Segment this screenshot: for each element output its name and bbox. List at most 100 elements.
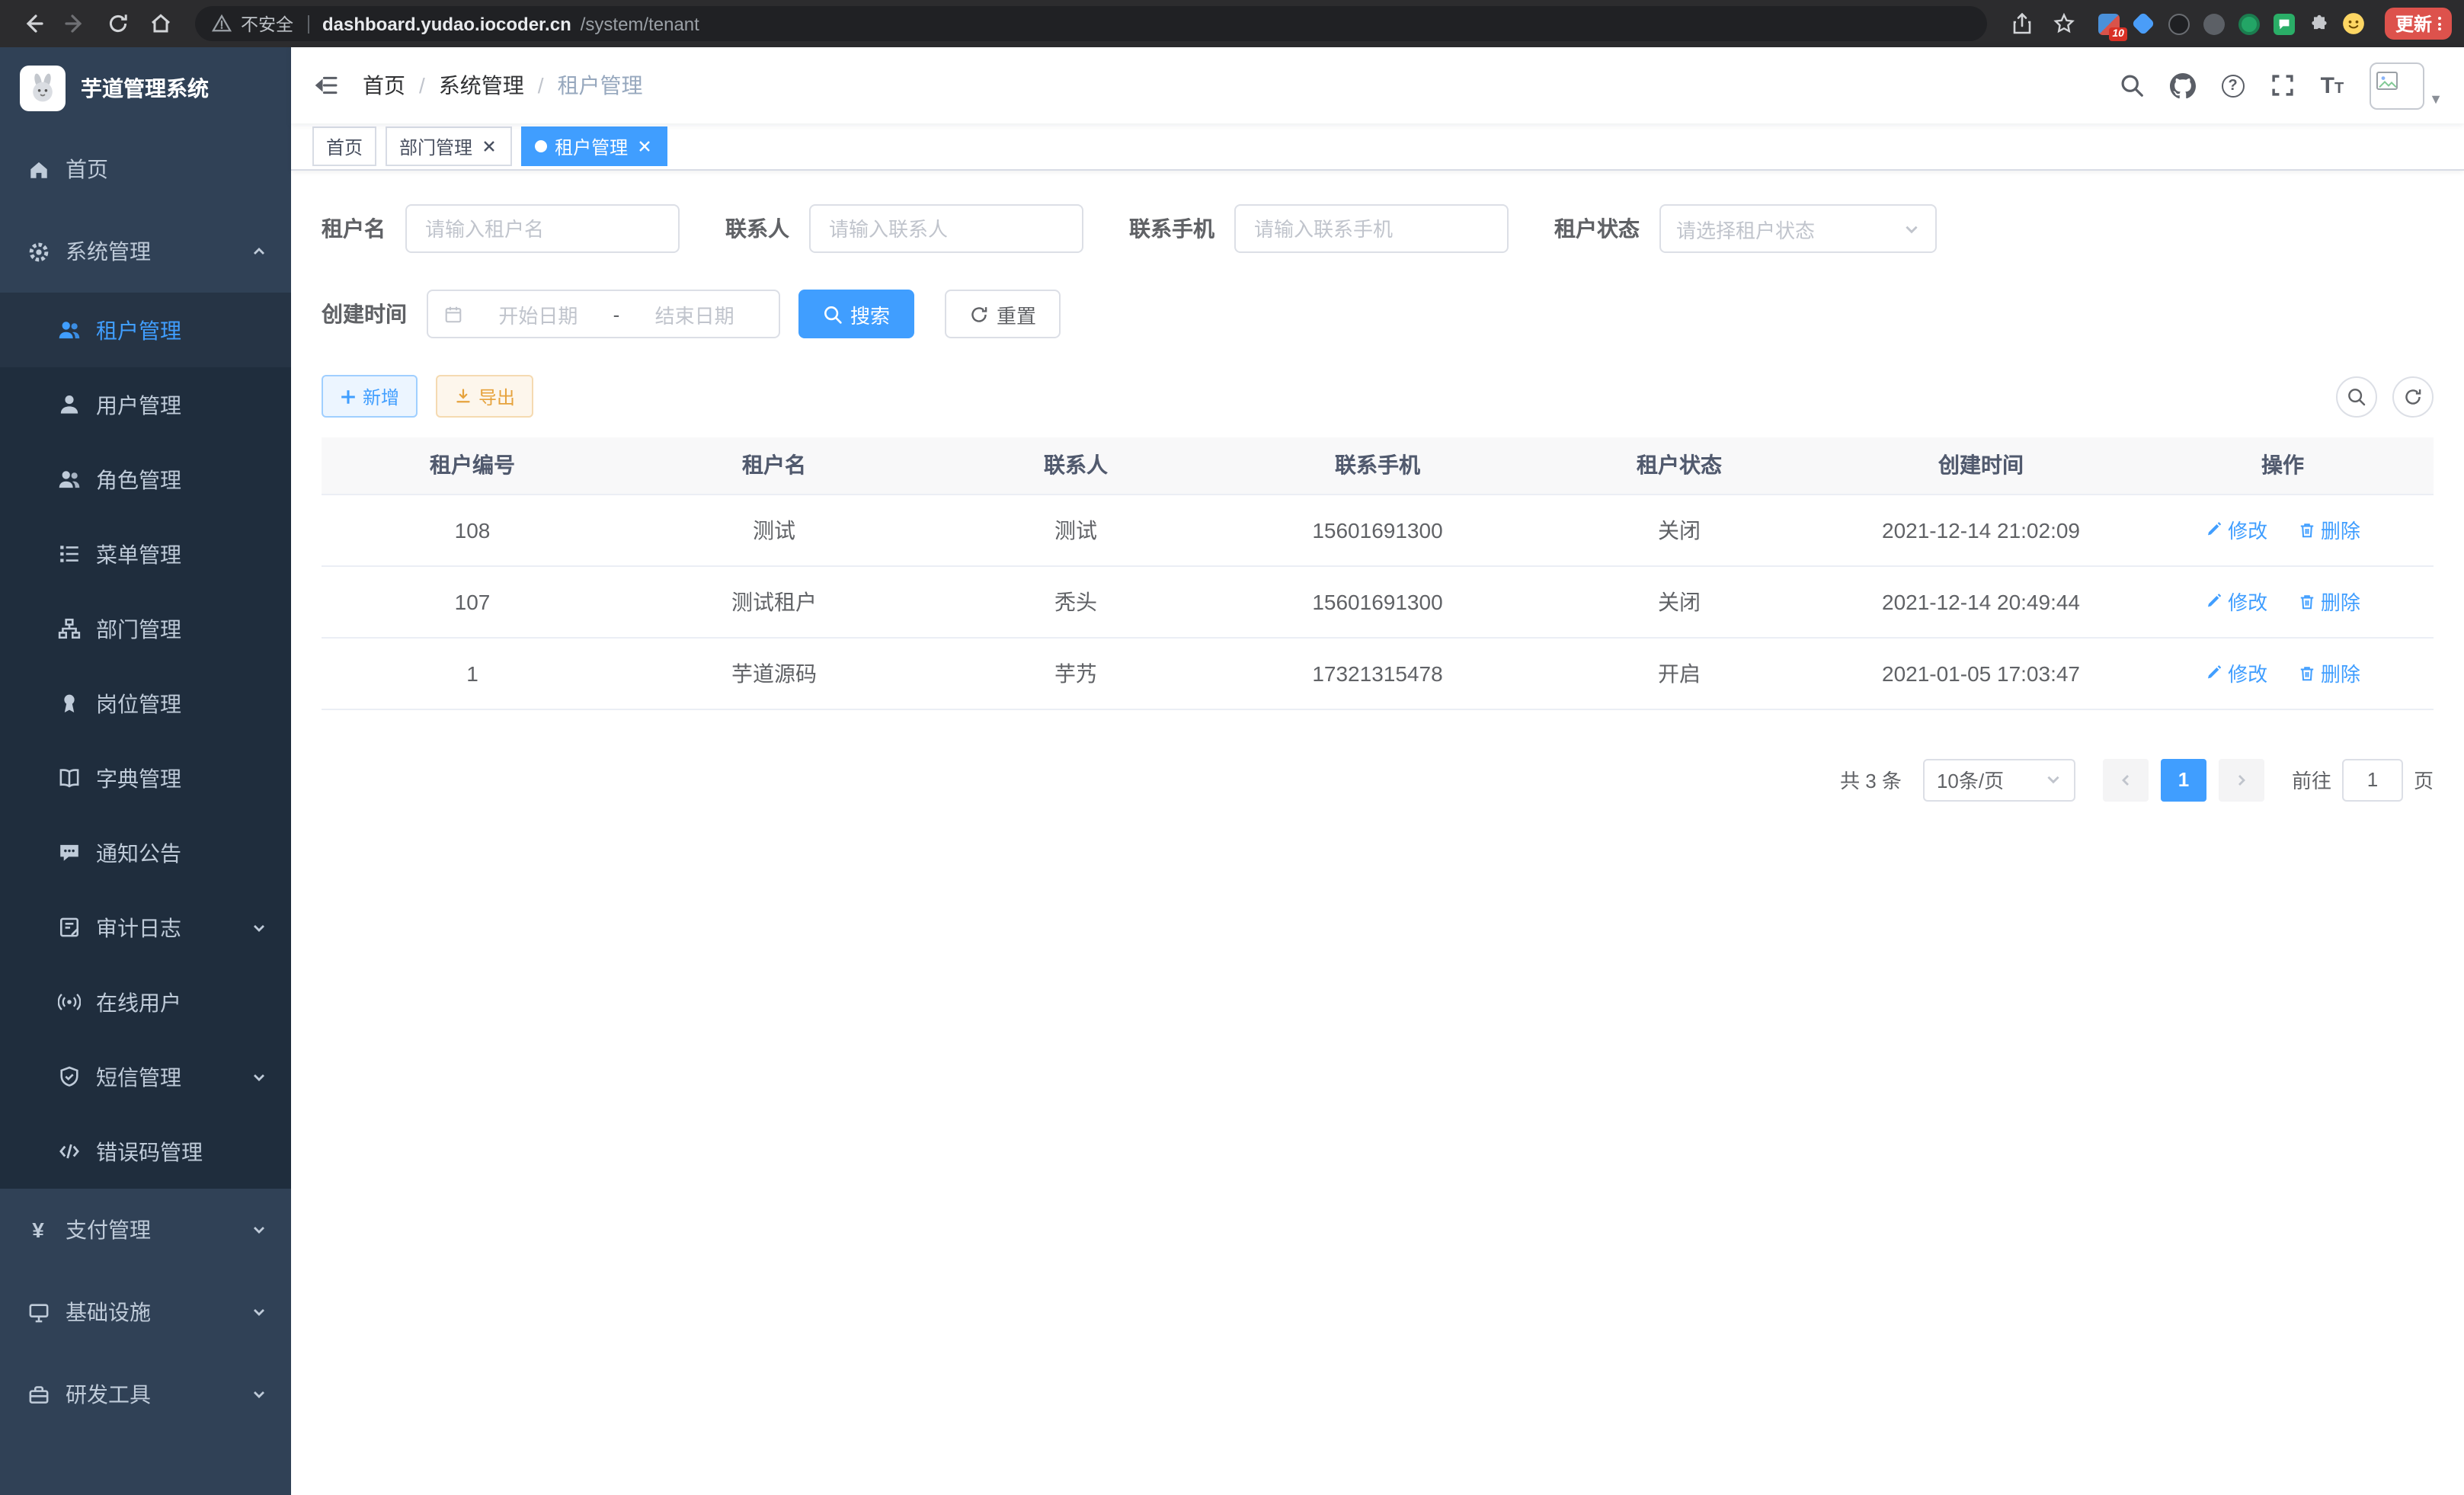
edit-button[interactable]: 修改 <box>2205 515 2267 544</box>
signal-icon <box>56 990 81 1014</box>
status-select[interactable]: 请选择租户状态 <box>1659 204 1937 253</box>
toolbox-icon <box>26 1382 50 1407</box>
delete-button[interactable]: 删除 <box>2298 658 2360 687</box>
sidebar-item-payment[interactable]: 支付管理 <box>0 1189 291 1271</box>
sidebar-item-user[interactable]: 用户管理 <box>0 367 291 442</box>
sidebar-item-online-users[interactable]: 在线用户 <box>0 965 291 1039</box>
extension-green-circle-icon[interactable] <box>2237 11 2261 36</box>
sidebar-item-system[interactable]: 系统管理 <box>0 210 291 293</box>
user-avatar[interactable]: ▼ <box>2370 62 2443 109</box>
edit-button[interactable]: 修改 <box>2205 658 2267 687</box>
tab-dept[interactable]: 部门管理 <box>386 126 512 166</box>
end-date-placeholder: 结束日期 <box>626 299 763 328</box>
extension-blocker-icon[interactable]: 10 <box>2097 11 2121 36</box>
home-icon[interactable] <box>140 4 180 43</box>
top-navbar: 首页 / 系统管理 / 租户管理 <box>291 47 2464 123</box>
header-search-icon[interactable] <box>2120 73 2144 98</box>
forward-icon[interactable] <box>55 4 94 43</box>
help-icon[interactable] <box>2222 74 2245 97</box>
show-search-icon-button[interactable] <box>2336 376 2377 417</box>
refresh-icon-button[interactable] <box>2392 376 2434 417</box>
font-size-icon[interactable] <box>2321 74 2344 97</box>
monitor-icon <box>26 1300 50 1324</box>
search-button[interactable]: 搜索 <box>798 290 914 338</box>
table-row: 108 测试 测试 15601691300 关闭 2021-12-14 21:0… <box>322 494 2434 565</box>
close-icon[interactable] <box>635 137 654 155</box>
delete-button[interactable]: 删除 <box>2298 587 2360 616</box>
phone-input[interactable] <box>1234 204 1509 253</box>
goto-page-input[interactable] <box>2342 758 2403 801</box>
back-icon[interactable] <box>12 4 52 43</box>
sidebar-item-notice[interactable]: 通知公告 <box>0 815 291 890</box>
reload-icon[interactable] <box>98 4 137 43</box>
extension-chat-icon[interactable] <box>2272 11 2296 36</box>
sidebar-item-dev-tools[interactable]: 研发工具 <box>0 1353 291 1436</box>
status-label: 租户状态 <box>1554 213 1640 244</box>
next-page-button[interactable] <box>2219 758 2264 801</box>
chevron-down-icon <box>1903 220 1920 237</box>
sidebar-item-dept[interactable]: 部门管理 <box>0 591 291 666</box>
sidebar-item-menu[interactable]: 菜单管理 <box>0 517 291 591</box>
sidebar-item-dict[interactable]: 字典管理 <box>0 741 291 815</box>
gear-icon <box>26 239 50 264</box>
extensions-puzzle-icon[interactable] <box>2307 11 2331 36</box>
page-size-select[interactable]: 10条/页 <box>1923 758 2075 801</box>
users-icon <box>56 318 81 342</box>
tenant-name-label: 租户名 <box>322 213 386 244</box>
edit-button[interactable]: 修改 <box>2205 587 2267 616</box>
app-title: 芋道管理系统 <box>81 72 209 103</box>
org-tree-icon <box>56 616 81 641</box>
extension-blue-icon[interactable] <box>2132 11 2156 36</box>
url-path: /system/tenant <box>581 13 699 34</box>
sidebar-item-tenant[interactable]: 租户管理 <box>0 293 291 367</box>
url-host: dashboard.yudao.iocoder.cn <box>322 13 571 34</box>
close-icon[interactable] <box>480 137 498 155</box>
table-header-row: 租户编号 租户名 联系人 联系手机 租户状态 创建时间 操作 <box>322 437 2434 494</box>
add-button[interactable]: 新增 <box>322 375 418 418</box>
tenant-page: 租户名 联系人 联系手机 租户状态 请选择租户状态 <box>291 171 2464 1495</box>
delete-button[interactable]: 删除 <box>2298 515 2360 544</box>
create-time-range-picker[interactable]: 开始日期 - 结束日期 <box>427 290 780 338</box>
fullscreen-icon[interactable] <box>2270 73 2295 98</box>
pagination: 共 3 条 10条/页 1 前往 <box>322 758 2434 801</box>
logo-avatar <box>20 65 66 110</box>
browser-profile-avatar[interactable] <box>2342 11 2366 36</box>
tab-tenant[interactable]: 租户管理 <box>521 126 667 166</box>
phone-label: 联系手机 <box>1129 213 1214 244</box>
bookmark-star-icon[interactable] <box>2045 4 2085 43</box>
sidebar-item-sms[interactable]: 短信管理 <box>0 1039 291 1114</box>
start-date-placeholder: 开始日期 <box>469 299 607 328</box>
sidebar-item-infrastructure[interactable]: 基础设施 <box>0 1271 291 1353</box>
reset-button[interactable]: 重置 <box>945 290 1061 338</box>
extension-dark-icon[interactable] <box>2167 11 2191 36</box>
omnibox-divider <box>307 14 309 33</box>
sidebar-item-home[interactable]: 首页 <box>0 128 291 210</box>
active-dot <box>535 140 547 152</box>
book-icon <box>56 766 81 790</box>
prev-page-button[interactable] <box>2103 758 2149 801</box>
current-page-button[interactable]: 1 <box>2161 758 2206 801</box>
export-button[interactable]: 导出 <box>436 375 533 418</box>
sidebar-item-audit-log[interactable]: 审计日志 <box>0 890 291 965</box>
table-toolbar: 新增 导出 <box>322 375 2434 418</box>
create-time-label: 创建时间 <box>322 299 407 329</box>
breadcrumb-system[interactable]: 系统管理 <box>439 70 524 101</box>
sidebar-toggle-icon[interactable] <box>291 47 363 123</box>
github-icon[interactable] <box>2170 72 2196 98</box>
update-button[interactable]: 更新 <box>2385 8 2452 40</box>
list-icon <box>56 542 81 566</box>
sidebar-item-role[interactable]: 角色管理 <box>0 442 291 517</box>
address-bar[interactable]: 不安全 dashboard.yudao.iocoder.cn /system/t… <box>195 6 1987 41</box>
breadcrumb: 首页 / 系统管理 / 租户管理 <box>363 70 643 101</box>
sidebar-item-error-code[interactable]: 错误码管理 <box>0 1114 291 1189</box>
avatar-broken-image-icon <box>2370 62 2424 109</box>
sidebar-item-post[interactable]: 岗位管理 <box>0 666 291 741</box>
share-icon[interactable] <box>2002 4 2042 43</box>
people-icon <box>56 467 81 491</box>
contact-input[interactable] <box>809 204 1083 253</box>
breadcrumb-home[interactable]: 首页 <box>363 70 405 101</box>
yen-icon <box>26 1218 50 1242</box>
tab-home[interactable]: 首页 <box>312 126 376 166</box>
tenant-name-input[interactable] <box>405 204 680 253</box>
extension-gray-icon[interactable] <box>2202 11 2226 36</box>
